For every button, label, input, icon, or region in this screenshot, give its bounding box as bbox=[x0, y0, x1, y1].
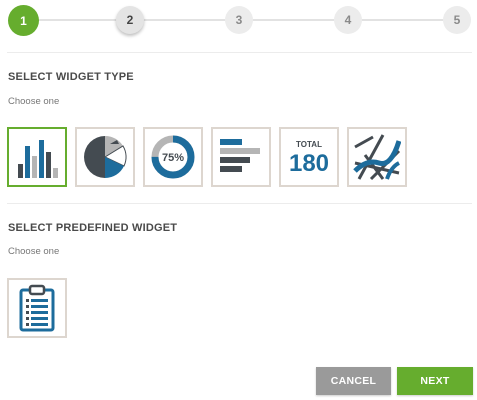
donut-gauge-icon: 75% bbox=[151, 135, 195, 179]
predefined-subtitle: Choose one bbox=[8, 246, 60, 257]
next-button[interactable]: NEXT bbox=[397, 367, 473, 395]
predefined-options bbox=[7, 278, 67, 338]
wizard-stepper: 1 2 3 4 5 bbox=[0, 0, 477, 45]
total-number-icon: TOTAL 180 bbox=[289, 140, 329, 177]
total-value: 180 bbox=[289, 150, 329, 177]
step-5[interactable]: 5 bbox=[443, 6, 471, 34]
widget-type-subtitle: Choose one bbox=[8, 96, 60, 107]
widget-type-title: SELECT WIDGET TYPE bbox=[8, 71, 134, 83]
predefined-title: SELECT PREDEFINED WIDGET bbox=[8, 222, 178, 234]
step-4[interactable]: 4 bbox=[334, 6, 362, 34]
bar-chart-icon bbox=[18, 140, 58, 178]
widget-option-horizontal-bar[interactable] bbox=[211, 127, 271, 187]
step-3[interactable]: 3 bbox=[225, 6, 253, 34]
stepper-divider bbox=[7, 52, 472, 53]
widget-type-options: 75% TOTAL 180 bbox=[7, 127, 407, 187]
pie-chart-icon bbox=[84, 135, 127, 179]
step-1[interactable]: 1 bbox=[8, 5, 39, 36]
widget-option-donut-gauge[interactable]: 75% bbox=[143, 127, 203, 187]
widget-option-map[interactable] bbox=[347, 127, 407, 187]
horizontal-bar-icon bbox=[220, 139, 260, 172]
widget-option-pie-chart[interactable] bbox=[75, 127, 135, 187]
section-divider bbox=[7, 203, 472, 204]
cancel-button[interactable]: CANCEL bbox=[316, 367, 391, 395]
predefined-option-clipboard[interactable] bbox=[7, 278, 67, 338]
widget-option-bar-chart[interactable] bbox=[7, 127, 67, 187]
widget-option-total-number[interactable]: TOTAL 180 bbox=[279, 127, 339, 187]
total-caption: TOTAL bbox=[296, 140, 322, 149]
donut-gauge-label: 75% bbox=[162, 152, 184, 164]
step-2[interactable]: 2 bbox=[116, 6, 144, 34]
map-icon bbox=[353, 134, 401, 181]
clipboard-icon bbox=[19, 284, 55, 332]
